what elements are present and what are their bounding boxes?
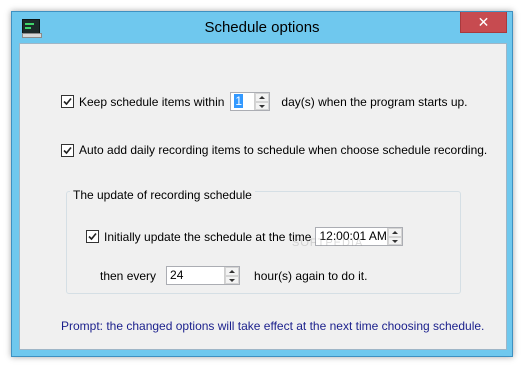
checkmark-icon	[63, 97, 72, 106]
auto-add-row: Auto add daily recording items to schedu…	[61, 143, 487, 157]
checkmark-icon	[63, 146, 72, 154]
repeat-hours-spinner[interactable]: 24	[166, 266, 241, 285]
dialog-body: Keep schedule items within 1 day(s) when…	[19, 43, 507, 350]
arrow-down-icon[interactable]	[255, 101, 270, 110]
arrow-up-icon[interactable]	[388, 228, 403, 237]
schedule-options-window: Schedule options ✕ Keep schedule items w…	[11, 11, 513, 357]
initial-update-checkbox[interactable]	[86, 230, 99, 243]
keep-days-spinner[interactable]: 1	[230, 92, 271, 111]
title-bar[interactable]: Schedule options ✕	[12, 12, 512, 43]
keep-items-row: Keep schedule items within 1 day(s) when…	[61, 92, 468, 111]
arrow-up-icon[interactable]	[225, 267, 240, 276]
arrow-down-icon[interactable]	[225, 275, 240, 284]
close-icon: ✕	[477, 14, 490, 30]
checkmark-icon	[88, 232, 97, 241]
repeat-suffix: hour(s) again to do it.	[254, 268, 368, 283]
prompt-text: Prompt: the changed options will take ef…	[61, 319, 485, 333]
arrow-down-icon[interactable]	[388, 236, 403, 245]
keep-items-checkbox[interactable]	[61, 95, 74, 108]
window-title: Schedule options	[204, 19, 320, 36]
repeat-label: then every	[100, 268, 157, 283]
repeat-row: then every 24 hour(s) again to do it.	[100, 266, 367, 285]
softpedia-watermark: SOFTPEDIA	[292, 237, 364, 249]
keep-items-suffix: day(s) when the program starts up.	[281, 94, 468, 109]
auto-add-checkbox[interactable]	[61, 143, 74, 157]
auto-add-label: Auto add daily recording items to schedu…	[79, 143, 488, 157]
update-schedule-group-title: The update of recording schedule	[70, 188, 255, 202]
keep-days-input[interactable]: 1	[231, 93, 254, 110]
keep-items-label: Keep schedule items within	[79, 94, 225, 109]
arrow-up-icon[interactable]	[255, 93, 270, 102]
initial-update-label: Initially update the schedule at the tim…	[104, 229, 312, 244]
close-button[interactable]: ✕	[460, 12, 507, 33]
repeat-hours-input[interactable]: 24	[167, 267, 224, 284]
